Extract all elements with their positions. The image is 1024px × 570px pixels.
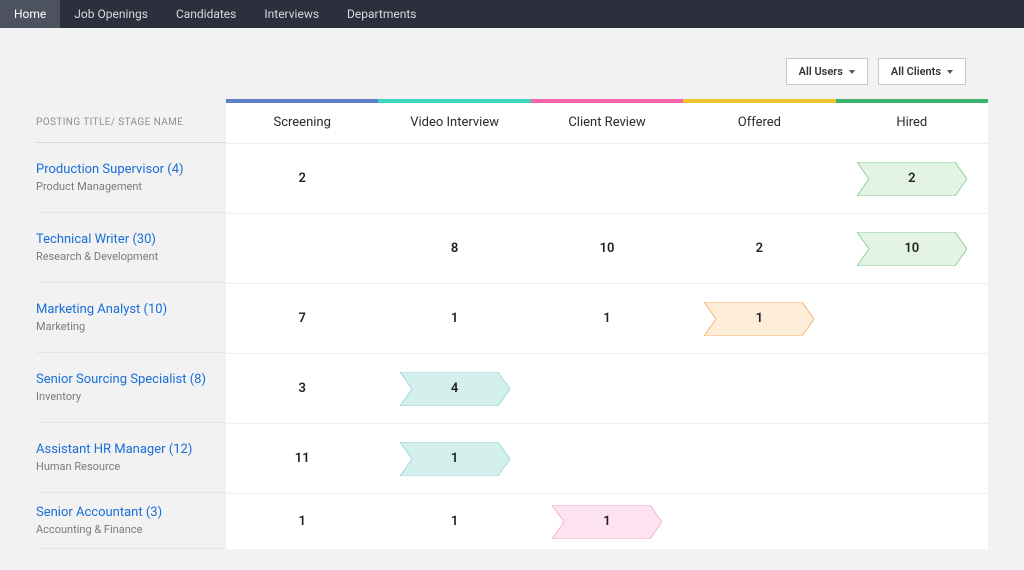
job-department: Human Resource [36,460,218,473]
stage-cell[interactable]: 2 [836,143,988,213]
stage-value: 1 [298,514,305,529]
stage-chip-value: 1 [451,451,458,466]
stage-header: Video Interview [378,103,530,143]
job-title-link[interactable]: Technical Writer (30) [36,232,218,249]
stage-header: Offered [683,103,835,143]
stage-value: 3 [298,381,305,396]
stage-cell[interactable]: 1 [378,423,530,493]
stage-cell[interactable]: 8 [378,213,530,283]
stage-cell[interactable]: 1 [531,493,683,549]
stage-cell[interactable]: 7 [226,283,378,353]
filters-row: All Users All Clients [36,58,988,85]
stage-value: 2 [756,241,763,256]
stage-value: 1 [451,514,458,529]
stage-value: 1 [451,311,458,326]
stage-cell[interactable]: 4 [378,353,530,423]
stage-cell [836,353,988,423]
job-department: Accounting & Finance [36,523,218,536]
stage-cell [531,353,683,423]
stage-chip[interactable]: 2 [857,162,967,196]
stage-cell [836,423,988,493]
page-body: All Users All Clients POSTING TITLE/ STA… [0,28,1024,549]
stage-chip-value: 2 [908,171,915,186]
stage-value: 2 [298,171,305,186]
nav-item-job-openings[interactable]: Job Openings [60,0,162,28]
stage-cell [836,283,988,353]
stage-chip-value: 4 [451,381,458,396]
stage-cell [683,353,835,423]
stage-cell[interactable]: 10 [531,213,683,283]
chevron-down-icon [947,70,953,74]
nav-item-interviews[interactable]: Interviews [250,0,333,28]
stage-cell[interactable]: 1 [378,493,530,549]
top-nav: HomeJob OpeningsCandidatesInterviewsDepa… [0,0,1024,28]
stage-chip[interactable]: 1 [704,302,814,336]
stage-cell [683,423,835,493]
stage-header: Screening [226,103,378,143]
users-filter[interactable]: All Users [786,58,868,85]
left-header: POSTING TITLE/ STAGE NAME [36,103,226,143]
job-department: Inventory [36,390,218,403]
stage-header: Hired [836,103,988,143]
stage-cell[interactable]: 2 [683,213,835,283]
clients-filter[interactable]: All Clients [878,58,966,85]
stage-cell[interactable]: 10 [836,213,988,283]
stage-value: 11 [295,451,310,466]
job-title-link[interactable]: Marketing Analyst (10) [36,302,218,319]
pipeline-grid: POSTING TITLE/ STAGE NAMEScreeningVideo … [36,99,988,549]
job-title-link[interactable]: Assistant HR Manager (12) [36,442,218,459]
job-row-label: Marketing Analyst (10)Marketing [36,283,226,353]
stage-cell[interactable]: 1 [378,283,530,353]
stage-chip-value: 1 [603,514,610,529]
stage-cell[interactable]: 1 [531,283,683,353]
job-title-link[interactable]: Senior Sourcing Specialist (8) [36,372,218,389]
stage-chip[interactable]: 1 [400,442,510,476]
stage-chip[interactable]: 10 [857,232,967,266]
stage-header: Client Review [531,103,683,143]
stage-value: 7 [298,311,305,326]
users-filter-label: All Users [799,65,843,78]
stage-cell[interactable]: 11 [226,423,378,493]
stage-cell [531,143,683,213]
stage-cell[interactable]: 1 [226,493,378,549]
stage-chip[interactable]: 4 [400,372,510,406]
stage-cell [836,493,988,549]
stage-cell [226,213,378,283]
stage-chip-value: 10 [904,241,919,256]
job-row-label: Production Supervisor (4)Product Managem… [36,143,226,213]
job-department: Product Management [36,180,218,193]
stage-cell [531,423,683,493]
stage-cell [683,143,835,213]
stage-cell [683,493,835,549]
job-row-label: Technical Writer (30)Research & Developm… [36,213,226,283]
stage-chip-value: 1 [756,311,763,326]
stage-value: 8 [451,241,458,256]
job-title-link[interactable]: Production Supervisor (4) [36,162,218,179]
stage-cell[interactable]: 1 [683,283,835,353]
job-row-label: Assistant HR Manager (12)Human Resource [36,423,226,493]
clients-filter-label: All Clients [891,65,941,78]
stage-chip[interactable]: 1 [552,505,662,539]
nav-item-departments[interactable]: Departments [333,0,430,28]
stage-value: 10 [600,241,615,256]
nav-item-candidates[interactable]: Candidates [162,0,250,28]
job-row-label: Senior Sourcing Specialist (8)Inventory [36,353,226,423]
stage-cell[interactable]: 3 [226,353,378,423]
job-department: Marketing [36,320,218,333]
job-row-label: Senior Accountant (3)Accounting & Financ… [36,493,226,549]
job-title-link[interactable]: Senior Accountant (3) [36,505,218,522]
nav-item-home[interactable]: Home [0,0,60,28]
chevron-down-icon [849,70,855,74]
job-department: Research & Development [36,250,218,263]
stage-cell[interactable]: 2 [226,143,378,213]
stage-value: 1 [603,311,610,326]
stage-cell [378,143,530,213]
